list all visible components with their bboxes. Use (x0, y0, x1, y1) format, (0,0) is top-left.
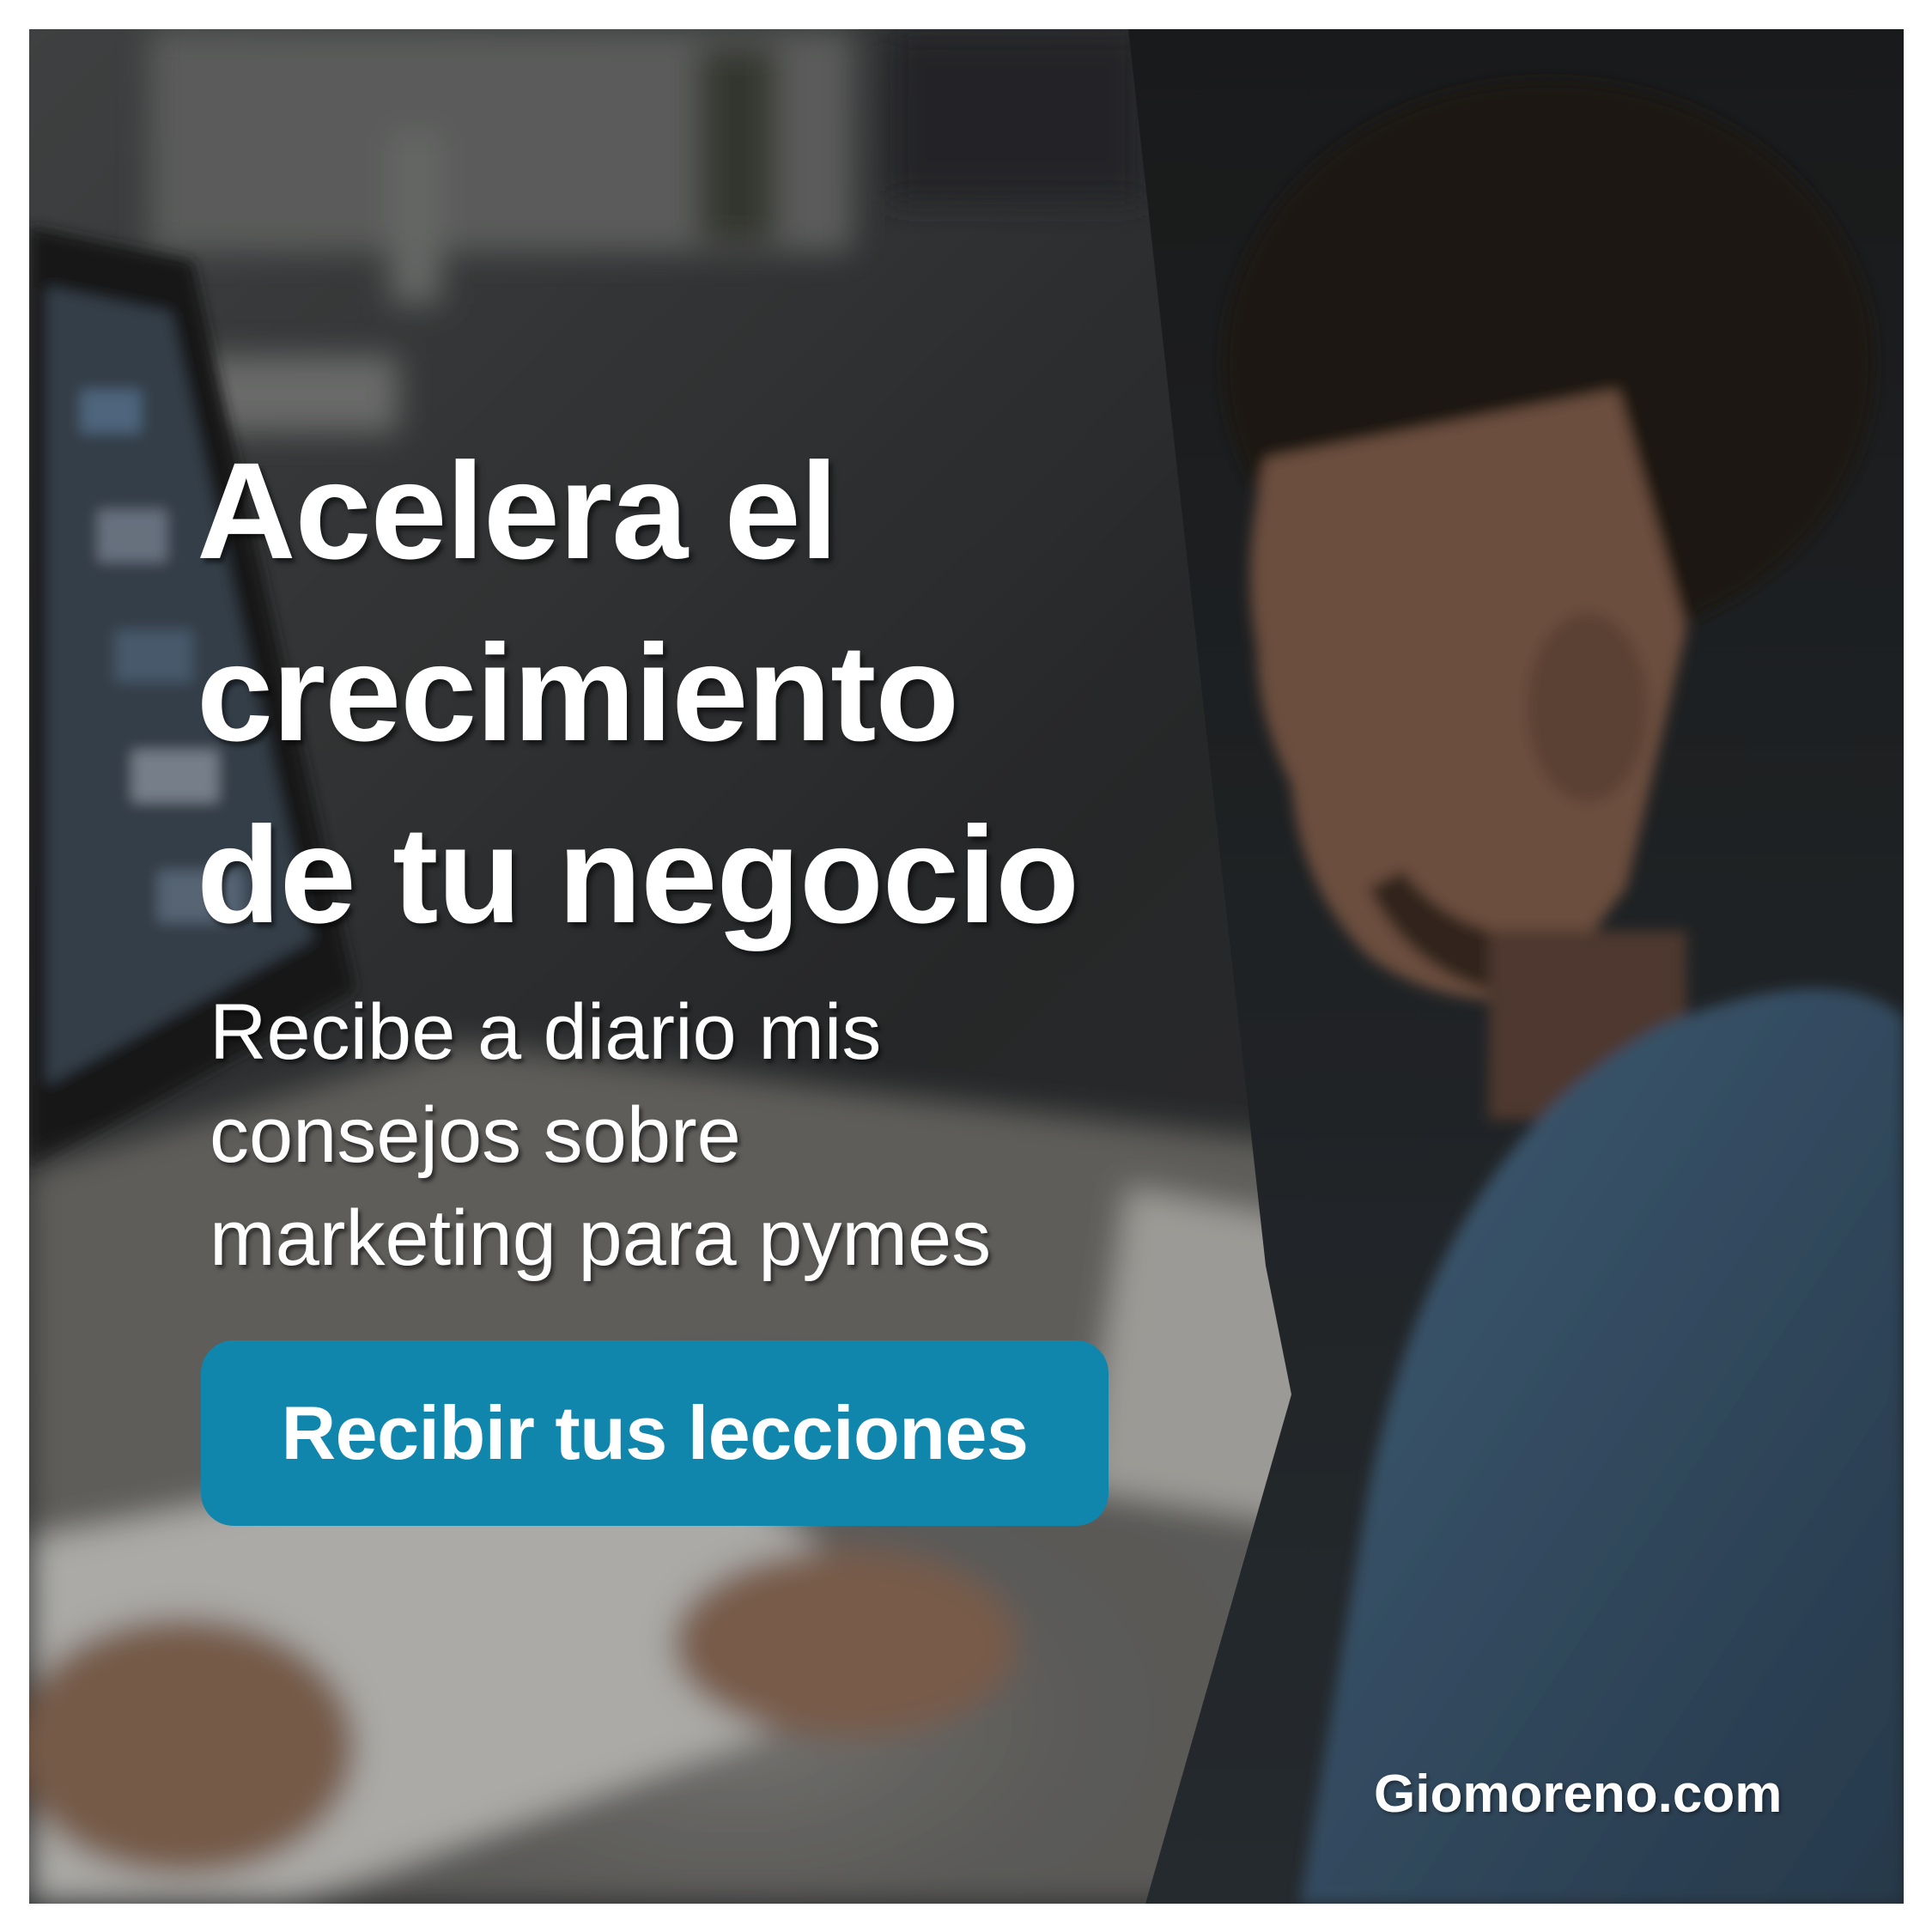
headline-line-3: de tu negocio (197, 798, 1079, 951)
background-photo (29, 29, 1904, 1904)
subheadline: Recibe a diario mis consejos sobre marke… (210, 981, 991, 1290)
subheadline-line-3: marketing para pymes (210, 1194, 992, 1282)
subheadline-line-2: consejos sobre (210, 1091, 741, 1179)
receive-lessons-button[interactable]: Recibir tus lecciones (201, 1340, 1109, 1526)
subheadline-line-1: Recibe a diario mis (210, 988, 882, 1076)
headline: Acelera el crecimiento de tu negocio (197, 420, 1079, 966)
ad-banner: Acelera el crecimiento de tu negocio Rec… (29, 29, 1904, 1904)
headline-line-2: crecimiento (197, 616, 959, 769)
brand-url: Giomoreno.com (1374, 1765, 1783, 1824)
headline-line-1: Acelera el (197, 434, 838, 587)
